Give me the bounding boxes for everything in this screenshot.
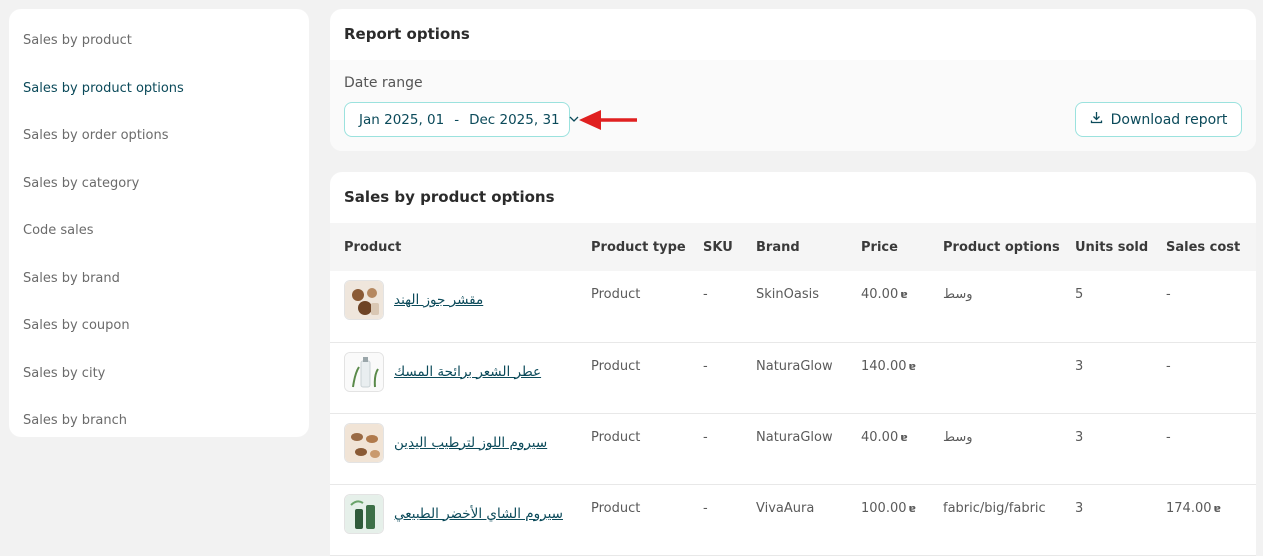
sidebar-item-sales-by-coupon[interactable]: Sales by coupon [9,302,309,350]
date-range-separator: - [454,111,460,128]
price-value: 40.00 [861,287,899,302]
column-header-units-sold[interactable]: Units sold [1061,223,1152,271]
sidebar-item-code-sales[interactable]: Code sales [9,207,309,255]
table-row: سيروم الشاي الأخضر الطبيعي Product - Viv… [330,484,1256,556]
product-thumbnail[interactable] [344,422,384,463]
product-options-cell: وسط [929,413,1061,485]
sku-cell: - [689,271,742,343]
sales-cost-value: - [1166,287,1171,302]
product-cell: سيروم الشاي الأخضر الطبيعي [330,484,577,556]
column-header-sales-cost[interactable]: Sales cost [1152,223,1256,271]
price-value: 100.00 [861,500,907,516]
column-header-price[interactable]: Price [847,223,929,271]
sku-cell: - [689,484,742,556]
product-name-link[interactable]: سيروم اللوز لترطيب اليدين [394,435,547,451]
product-type-cell: Product [577,271,689,343]
sales-table: Product Product type SKU Brand Price Pro… [330,223,1256,556]
riyal-currency-icon: ɐ [1213,501,1221,515]
date-range-picker[interactable]: Jan 2025, 01 - Dec 2025, 31 [344,102,579,137]
date-range-end: Dec 2025, 31 [469,111,560,128]
price-cell: 40.00 ɐ [847,413,929,485]
table-row: سيروم اللوز لترطيب اليدين Product - Natu… [330,413,1256,485]
sales-cost-value: - [1166,429,1171,445]
price-value: 140.00 [861,358,907,374]
riyal-currency-icon: ɐ [900,288,908,301]
riyal-currency-icon: ɐ [908,501,916,515]
column-header-product-options[interactable]: Product options [929,223,1061,271]
product-name-link[interactable]: مقشر جوز الهند [394,292,483,308]
table-row: عطر الشعر برائحة المسك Product - NaturaG… [330,342,1256,414]
sales-table-title: Sales by product options [344,188,555,206]
column-header-sku[interactable]: SKU [689,223,742,271]
sales-table-card: Sales by product options Product Product… [330,172,1256,556]
product-type-cell: Product [577,484,689,556]
product-type-cell: Product [577,413,689,485]
product-options-cell: وسط [929,271,1061,343]
product-options-cell [929,342,1061,414]
sidebar-item-sales-by-product[interactable]: Sales by product [9,17,309,65]
column-header-brand[interactable]: Brand [742,223,847,271]
product-options-cell: fabric/big/fabric [929,484,1061,556]
download-report-button[interactable]: Download report [1075,102,1242,137]
units-sold-cell: 3 [1061,413,1152,485]
price-cell: 140.00 ɐ [847,342,929,414]
table-row: مقشر جوز الهند Product - SkinOasis 40.00… [330,271,1256,343]
sales-cost-value: 174.00 [1166,500,1212,516]
product-cell: سيروم اللوز لترطيب اليدين [330,413,577,485]
product-thumbnail[interactable] [344,280,384,320]
product-name-link[interactable]: عطر الشعر برائحة المسك [394,364,541,380]
price-cell: 40.00 ɐ [847,271,929,343]
report-options-body: Date range Jan 2025, 01 - Dec 2025, 31 D… [330,60,1256,151]
sku-cell: - [689,342,742,414]
sales-cost-cell: - [1152,413,1256,485]
product-cell: مقشر جوز الهند [330,271,577,343]
price-value: 40.00 [861,429,899,445]
product-thumbnail[interactable] [344,493,384,534]
table-header-row: Product Product type SKU Brand Price Pro… [330,223,1256,271]
column-header-product[interactable]: Product [330,223,577,271]
date-range-label: Date range [344,75,423,91]
sidebar-item-sales-by-order-options[interactable]: Sales by order options [9,112,309,160]
sidebar-item-sales-by-city[interactable]: Sales by city [9,350,309,398]
download-icon [1090,111,1103,128]
product-thumbnail[interactable] [344,351,384,392]
units-sold-cell: 5 [1061,271,1152,343]
brand-cell: NaturaGlow [742,342,847,414]
report-options-card: Report options Date range Jan 2025, 01 -… [330,9,1256,151]
brand-cell: SkinOasis [742,271,847,343]
sku-cell: - [689,413,742,485]
sidebar-item-sales-by-category[interactable]: Sales by category [9,160,309,208]
report-options-title: Report options [344,25,470,43]
brand-cell: VivaAura [742,484,847,556]
product-cell: عطر الشعر برائحة المسك [330,342,577,414]
sales-cost-cell: - [1152,342,1256,414]
sidebar-item-sales-by-brand[interactable]: Sales by brand [9,255,309,303]
price-cell: 100.00 ɐ [847,484,929,556]
sales-cost-cell: 174.00 ɐ [1152,484,1256,556]
download-report-label: Download report [1110,111,1228,128]
report-sidebar: Sales by product Sales by product option… [9,9,309,437]
red-arrow-annotation-icon [579,110,637,130]
product-type-cell: Product [577,342,689,414]
sidebar-item-sales-by-product-options[interactable]: Sales by product options [9,65,309,113]
sales-cost-cell: - [1152,271,1256,343]
riyal-currency-icon: ɐ [900,430,908,444]
units-sold-cell: 3 [1061,342,1152,414]
riyal-currency-icon: ɐ [908,359,916,373]
date-range-start: Jan 2025, 01 [359,111,445,128]
product-name-link[interactable]: سيروم الشاي الأخضر الطبيعي [394,506,563,522]
sales-cost-value: - [1166,358,1171,374]
column-header-product-type[interactable]: Product type [577,223,689,271]
brand-cell: NaturaGlow [742,413,847,485]
sidebar-item-sales-by-branch[interactable]: Sales by branch [9,397,309,445]
units-sold-cell: 3 [1061,484,1152,556]
